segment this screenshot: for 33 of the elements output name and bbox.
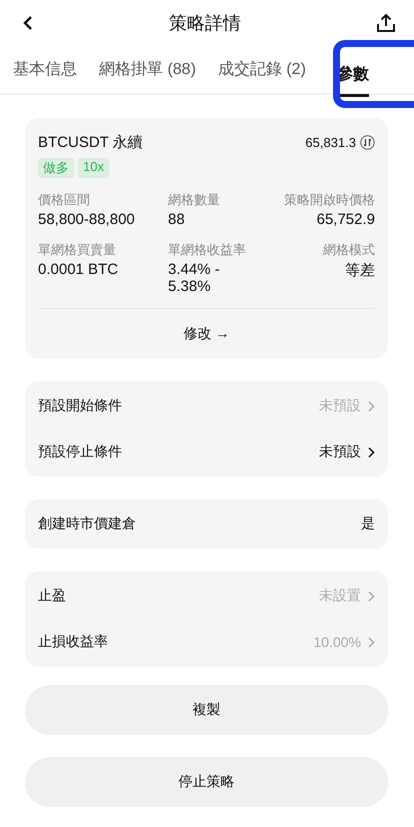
setting-label: 預設停止條件 [38, 443, 122, 461]
action-button[interactable]: 停止策略 [25, 757, 388, 807]
setting-label: 止損收益率 [38, 633, 108, 651]
field-label: 單網格收益率 [168, 241, 247, 259]
field-label: 單網格買賣量 [38, 241, 117, 259]
tab[interactable]: 成交記錄 (2) [218, 50, 306, 88]
symbol-name: BTCUSDT 永續 [38, 133, 143, 152]
market-price: 65,831.3 [305, 135, 356, 150]
action-button[interactable]: 複製 [25, 685, 388, 735]
tab[interactable]: 基本信息 [13, 50, 77, 88]
edit-link[interactable]: 修改 → [184, 325, 230, 343]
swap-icon[interactable] [360, 135, 375, 150]
field-value: 65,752.9 [316, 211, 375, 228]
field-label: 策略開啟時價格 [284, 191, 375, 209]
field-value: 0.0001 BTC [38, 261, 120, 278]
field-label: 價格區間 [38, 191, 91, 209]
setting-value[interactable]: 未預設 [319, 443, 375, 461]
field-label: 網格模式 [323, 241, 375, 259]
share-icon[interactable] [376, 12, 396, 32]
setting-label: 止盈 [38, 587, 66, 605]
tab[interactable]: 網格掛單 (88) [99, 50, 196, 88]
field-value: 等差 [345, 261, 375, 280]
field-value: 88 [168, 211, 186, 228]
setting-label: 預設開始條件 [38, 397, 122, 415]
field-value: 3.44% - 5.38% [168, 261, 221, 295]
setting-value: 是 [361, 515, 375, 533]
back-icon[interactable] [22, 14, 34, 30]
tag: 做多 [38, 158, 74, 178]
page-title: 策略詳情 [169, 12, 241, 34]
setting-label: 創建時市價建倉 [38, 515, 136, 533]
tag: 10x [78, 158, 109, 178]
field-value: 58,800-88,800 [38, 211, 136, 228]
field-label: 網格數量 [168, 191, 221, 209]
